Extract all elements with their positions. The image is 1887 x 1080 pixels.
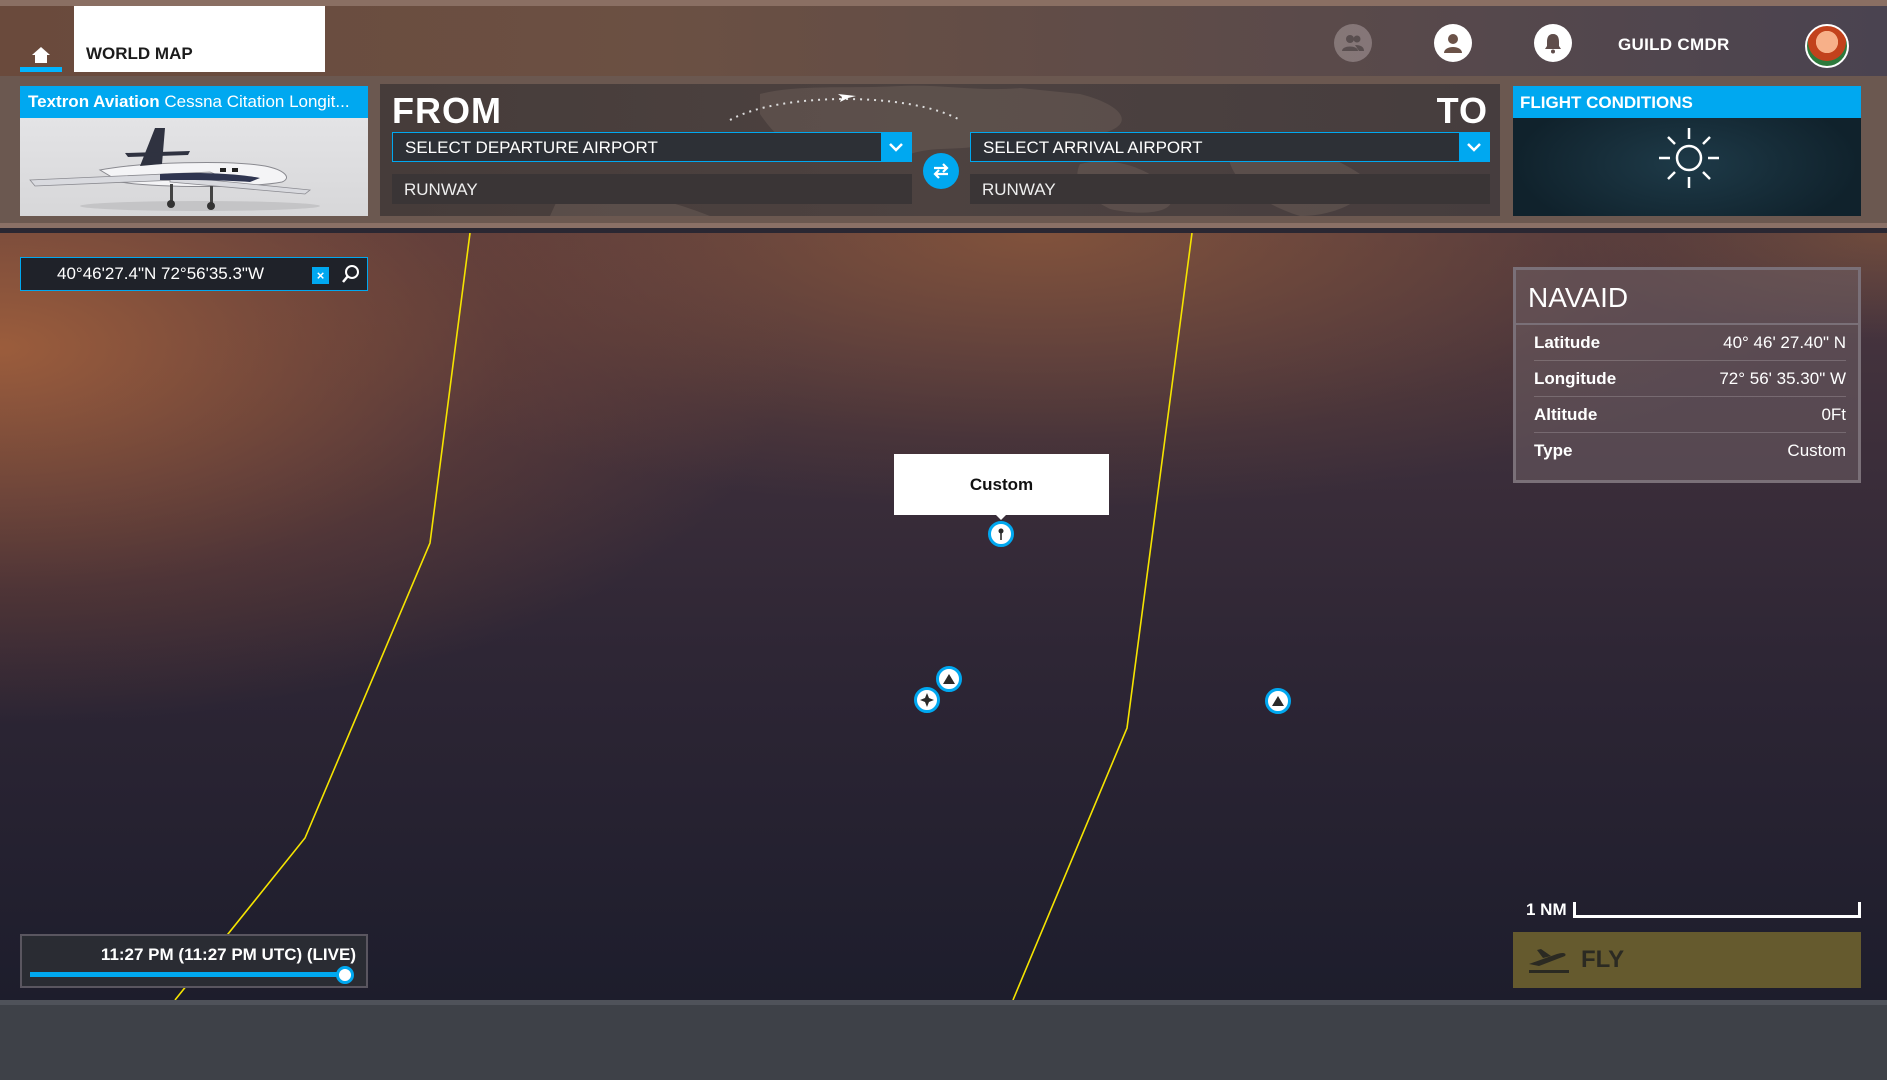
navaid-row-altitude: Altitude 0Ft <box>1534 397 1846 433</box>
bell-icon <box>1545 34 1561 54</box>
friends-icon <box>1342 35 1364 51</box>
search-value: 40°46'27.4"N 72°56'35.3"W <box>57 264 265 283</box>
from-label: FROM <box>392 90 502 131</box>
triangle-glyph <box>943 674 955 684</box>
notifications-button[interactable] <box>1534 24 1572 62</box>
swap-airports-button[interactable] <box>923 153 959 189</box>
triangle-glyph <box>1272 696 1284 706</box>
navaid-key: Type <box>1534 441 1573 460</box>
swap-icon <box>933 163 949 179</box>
departure-dropdown-button[interactable] <box>881 133 911 161</box>
fly-button[interactable]: FLY <box>1513 932 1861 988</box>
navaid-row-longitude: Longitude 72° 56' 35.30" W <box>1534 361 1846 397</box>
flight-conditions-title: FLIGHT CONDITIONS <box>1513 86 1861 118</box>
friends-button[interactable] <box>1334 24 1372 62</box>
navaid-row-latitude: Latitude 40° 46' 27.40" N <box>1534 325 1846 361</box>
navaid-title: NAVAID <box>1516 270 1858 325</box>
navaid-triangle-icon[interactable] <box>1265 688 1291 714</box>
tab-world-map[interactable]: WORLD MAP <box>74 6 325 72</box>
fly-label: FLY <box>1581 946 1625 973</box>
to-label: TO <box>1436 90 1488 131</box>
navaid-compass-icon[interactable] <box>914 687 940 713</box>
profile-icon <box>1444 34 1462 53</box>
route-arc <box>729 94 961 121</box>
pin-icon[interactable] <box>988 521 1014 547</box>
time-slider-track[interactable] <box>30 972 348 977</box>
compass-glyph <box>920 693 934 707</box>
home-button[interactable] <box>20 38 62 72</box>
aircraft-selector[interactable]: Textron Aviation Cessna Citation Longit.… <box>20 86 368 216</box>
arrival-runway-select[interactable]: RUNWAY <box>970 174 1490 204</box>
username[interactable]: GUILD CMDR <box>1618 35 1730 55</box>
aircraft-image <box>29 128 320 211</box>
departure-airport-placeholder: SELECT DEPARTURE AIRPORT <box>405 138 658 157</box>
coordinate-search-input[interactable]: 40°46'27.4"N 72°56'35.3"W × <box>20 257 368 291</box>
close-icon[interactable]: × <box>312 267 329 284</box>
bottom-bar <box>0 1000 1887 1080</box>
time-label: 11:27 PM (11:27 PM UTC) (LIVE) <box>100 945 356 964</box>
route-panel: FROM TO SELECT DEPARTURE AIRPORT SELECT … <box>380 84 1500 216</box>
arrival-airport-placeholder: SELECT ARRIVAL AIRPORT <box>983 138 1203 157</box>
avatar[interactable] <box>1805 24 1849 68</box>
navaid-key: Longitude <box>1534 368 1617 388</box>
search-icon[interactable] <box>341 264 361 284</box>
pin-glyph <box>998 528 1004 540</box>
arrival-dropdown-button[interactable] <box>1459 133 1489 161</box>
chevron-down-icon <box>889 143 903 152</box>
flight-conditions-panel[interactable]: FLIGHT CONDITIONS <box>1513 86 1861 216</box>
navaid-value: 72° 56' 35.30" W <box>1719 368 1846 388</box>
time-slider-handle[interactable] <box>336 966 354 984</box>
home-icon <box>32 47 50 63</box>
time-of-day-panel: 11:27 PM (11:27 PM UTC) (LIVE) <box>20 934 368 988</box>
arrival-airport-select[interactable]: SELECT ARRIVAL AIRPORT <box>970 132 1490 162</box>
navaid-triangle-icon[interactable] <box>936 666 962 692</box>
navaid-value: Custom <box>1787 441 1846 460</box>
navaid-key: Altitude <box>1534 404 1598 424</box>
aircraft-make: Textron Aviation <box>28 92 160 111</box>
map-scale-label: 1 NM <box>1526 900 1567 919</box>
navaid-value: 40° 46' 27.40" N <box>1723 332 1846 352</box>
custom-location-callout[interactable]: Custom <box>894 454 1109 515</box>
map-scale-bar <box>1573 902 1861 918</box>
navaid-value: 0Ft <box>1821 404 1846 424</box>
navaid-key: Latitude <box>1534 332 1601 352</box>
navaid-info-panel: NAVAID Latitude 40° 46' 27.40" N Longitu… <box>1513 267 1861 483</box>
takeoff-icon <box>1529 949 1569 973</box>
callout-tail <box>995 514 1007 520</box>
departure-airport-select[interactable]: SELECT DEPARTURE AIRPORT <box>392 132 912 162</box>
profile-button[interactable] <box>1434 24 1472 62</box>
top-bar: WORLD MAP GUILD CMDR <box>0 0 1887 76</box>
chevron-down-icon <box>1467 143 1481 152</box>
departure-runway-select[interactable]: RUNWAY <box>392 174 912 204</box>
sun-icon <box>1659 128 1719 188</box>
aircraft-title: Textron Aviation Cessna Citation Longit.… <box>20 86 368 118</box>
aircraft-model: Cessna Citation Longit... <box>164 92 350 111</box>
navaid-row-type: Type Custom <box>1534 433 1846 469</box>
